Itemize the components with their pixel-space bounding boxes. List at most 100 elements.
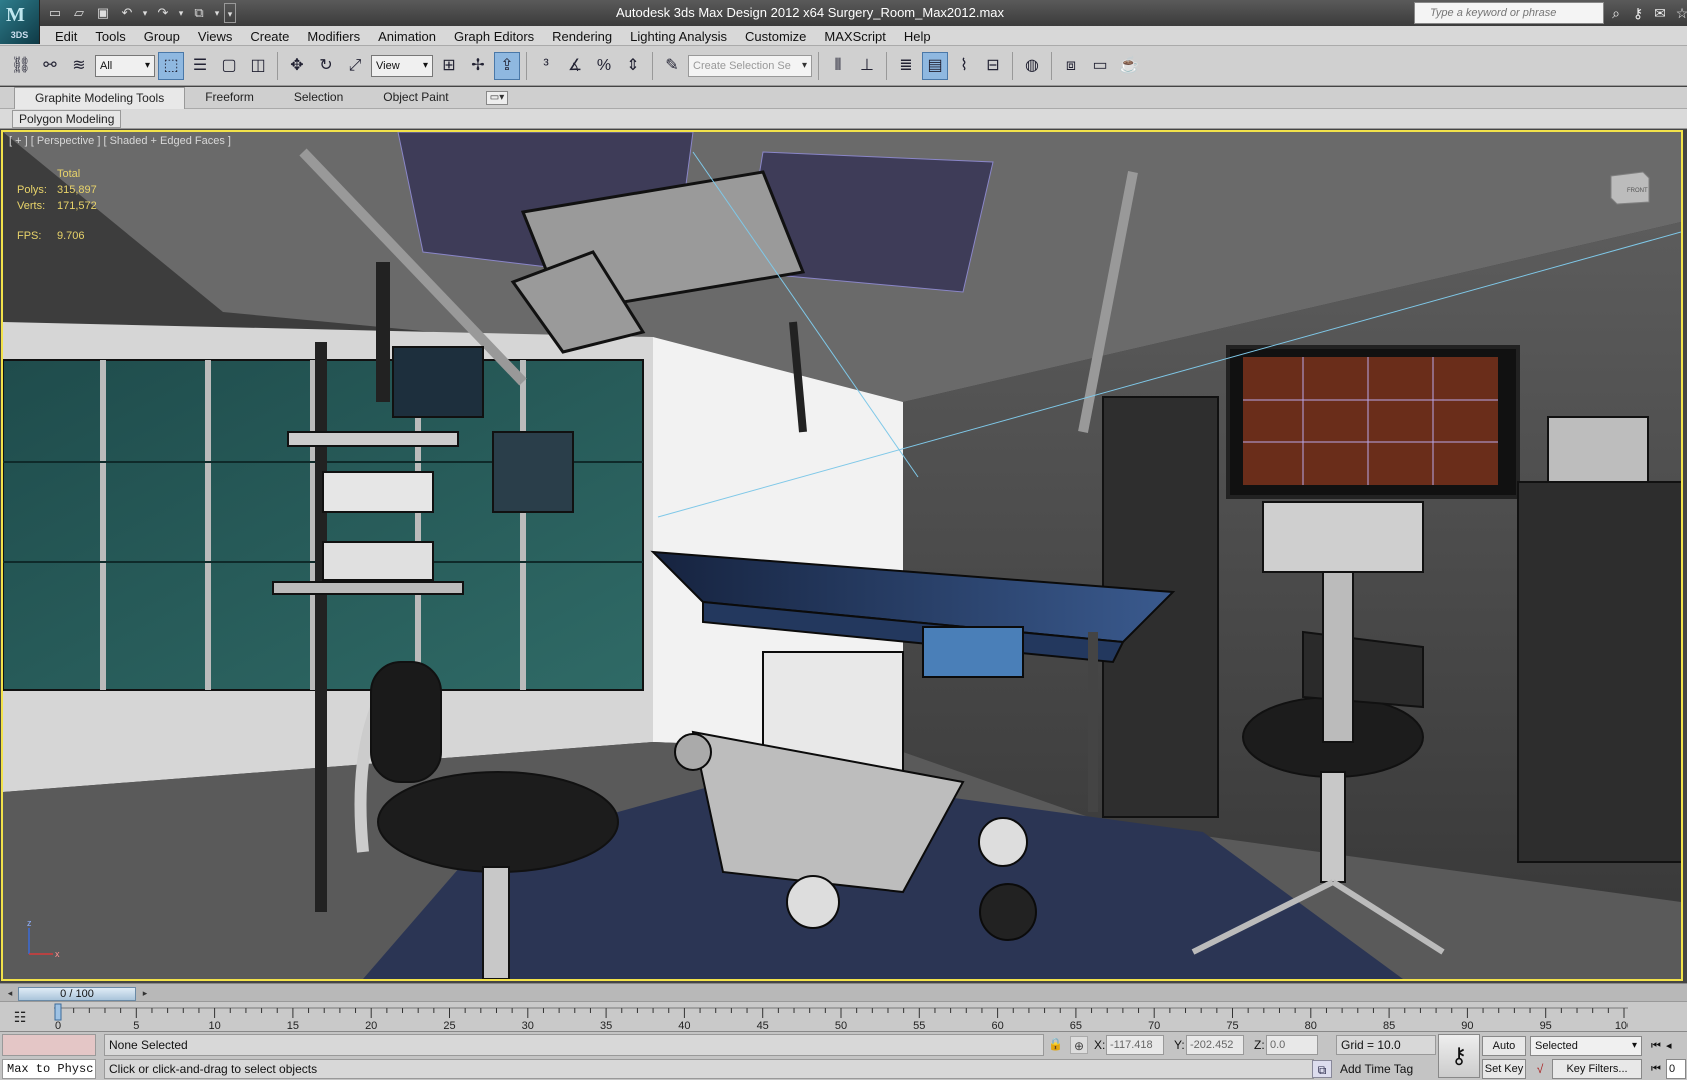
tab-object-paint[interactable]: Object Paint: [363, 87, 468, 109]
set-key-button[interactable]: Set Key: [1482, 1059, 1526, 1079]
pivot-center-icon[interactable]: ⊞: [436, 52, 462, 80]
add-time-tag-button[interactable]: Add Time Tag: [1336, 1060, 1436, 1078]
menu-group[interactable]: Group: [135, 26, 189, 47]
panel-polygon-modeling[interactable]: Polygon Modeling: [12, 110, 122, 128]
select-and-scale-icon[interactable]: ⤢: [342, 52, 368, 80]
select-object-icon[interactable]: ⬚: [158, 51, 184, 80]
x-coord-field[interactable]: -117.418: [1106, 1035, 1164, 1055]
time-tag-icon[interactable]: ⧉: [1312, 1060, 1332, 1078]
favorites-star-icon[interactable]: ☆: [1672, 3, 1687, 23]
current-frame-marker[interactable]: [54, 1003, 62, 1021]
menu-graph-editors[interactable]: Graph Editors: [445, 26, 543, 47]
rendered-frame-window-icon[interactable]: ▭: [1087, 52, 1113, 80]
project-folder-icon[interactable]: ⧉: [188, 3, 210, 23]
layer-manager-icon[interactable]: ≣: [893, 52, 919, 80]
viewport-label-menu[interactable]: [ + ] [ Perspective ] [ Shaded + Edged F…: [9, 135, 231, 147]
render-production-icon[interactable]: ☕: [1116, 52, 1142, 80]
key-filters-button[interactable]: Key Filters...: [1552, 1059, 1642, 1079]
redo-icon[interactable]: ↷: [152, 3, 174, 23]
open-file-icon[interactable]: ▱: [68, 3, 90, 23]
track-bar[interactable]: ☷ 0 5 10 15 20 25 30 35 40 45 50 55 60 65 70 75 80 85 90 95…: [0, 1001, 1687, 1032]
app-logo-text: 3DS: [10, 30, 29, 40]
subscription-key-icon[interactable]: ⚷: [1628, 3, 1648, 23]
default-tangent-icon[interactable]: √: [1530, 1059, 1550, 1079]
menu-modifiers[interactable]: Modifiers: [298, 26, 369, 47]
reference-coordinate-dropdown[interactable]: View: [371, 54, 433, 77]
menu-animation[interactable]: Animation: [369, 26, 445, 47]
selection-lock-icon[interactable]: 🔒: [1048, 1037, 1063, 1053]
undo-dropdown-icon[interactable]: ▾: [140, 3, 150, 23]
auto-key-button[interactable]: Auto Key: [1482, 1036, 1526, 1070]
snaps-toggle-icon[interactable]: ³: [533, 52, 559, 80]
tab-freeform[interactable]: Freeform: [185, 87, 274, 109]
render-setup-icon[interactable]: ⧈: [1058, 52, 1084, 80]
select-manipulate-icon[interactable]: ✢: [465, 52, 491, 80]
application-button[interactable]: M 3DS: [0, 0, 40, 44]
axis-tripod: z x: [27, 918, 60, 959]
angle-snap-icon[interactable]: ∡: [562, 52, 588, 80]
previous-frame-icon[interactable]: ◂: [1666, 1036, 1682, 1056]
menu-views[interactable]: Views: [189, 26, 241, 47]
select-and-rotate-icon[interactable]: ↻: [313, 52, 339, 80]
customize-qat-icon[interactable]: ▾: [224, 3, 236, 23]
menu-rendering[interactable]: Rendering: [543, 26, 621, 47]
material-editor-icon[interactable]: ◍: [1019, 52, 1045, 80]
new-file-icon[interactable]: ▭: [44, 3, 66, 23]
edit-named-selection-icon[interactable]: ✎: [659, 52, 685, 80]
bind-to-space-warp-icon[interactable]: ≋: [66, 52, 92, 80]
set-keys-key-icon[interactable]: ⚷: [1438, 1034, 1480, 1078]
keyboard-shortcut-override-icon[interactable]: ⇪: [494, 51, 520, 80]
key-mode-toggle-icon[interactable]: ⏮: [1648, 1059, 1664, 1079]
tab-selection[interactable]: Selection: [274, 87, 363, 109]
selection-filter-dropdown[interactable]: All: [95, 54, 155, 77]
menu-maxscript[interactable]: MAXScript: [815, 26, 894, 47]
select-and-link-icon[interactable]: ⛓: [8, 52, 34, 80]
named-selection-set-dropdown[interactable]: Create Selection Se: [688, 54, 812, 77]
communication-center-icon[interactable]: ✉: [1650, 3, 1670, 23]
curve-editor-toggle-icon[interactable]: ☷: [8, 1007, 32, 1027]
graphite-ribbon-toggle-icon[interactable]: ▤: [922, 51, 948, 80]
curve-editor-icon[interactable]: ⌇: [951, 52, 977, 80]
select-by-name-icon[interactable]: ☰: [187, 52, 213, 80]
key-mode-dropdown[interactable]: Selected: [1530, 1036, 1642, 1056]
absolute-mode-transform-icon[interactable]: ⊕: [1070, 1036, 1088, 1054]
time-slider-next-icon[interactable]: ▸: [139, 986, 151, 1000]
mirror-icon[interactable]: ⫴: [825, 52, 851, 80]
rectangular-selection-icon[interactable]: ▢: [216, 52, 242, 80]
menu-tools[interactable]: Tools: [86, 26, 134, 47]
maxscript-listener-output[interactable]: [2, 1034, 96, 1056]
unlink-selection-icon[interactable]: ⚯: [37, 52, 63, 80]
menu-customize[interactable]: Customize: [736, 26, 815, 47]
undo-icon[interactable]: ↶: [116, 3, 138, 23]
project-dropdown-icon[interactable]: ▾: [212, 3, 222, 23]
maxscript-mini-listener[interactable]: Max to Physc.: [2, 1059, 96, 1079]
binoculars-icon[interactable]: ⌕: [1606, 3, 1626, 23]
status-bar: Max to Physc. None Selected Click or cli…: [0, 1031, 1687, 1080]
y-coord-field[interactable]: -202.452: [1186, 1035, 1244, 1055]
search-input[interactable]: [1430, 3, 1600, 23]
schematic-view-icon[interactable]: ⊟: [980, 52, 1006, 80]
z-coord-field[interactable]: 0.0: [1266, 1035, 1318, 1055]
time-slider-prev-icon[interactable]: ◂: [4, 986, 16, 1000]
frame-ruler[interactable]: 0 5 10 15 20 25 30 35 40 45 50 55 60 65 70 75 80 85 90 95 10…: [54, 1002, 1628, 1032]
select-and-move-icon[interactable]: ✥: [284, 52, 310, 80]
current-frame-field[interactable]: 0: [1666, 1059, 1686, 1079]
window-crossing-icon[interactable]: ◫: [245, 52, 271, 80]
menu-lighting-analysis[interactable]: Lighting Analysis: [621, 26, 736, 47]
menu-edit[interactable]: Edit: [46, 26, 86, 47]
x-coord-label: X:: [1094, 1038, 1106, 1052]
redo-dropdown-icon[interactable]: ▾: [176, 3, 186, 23]
viewcube[interactable]: FRONT: [1607, 168, 1653, 206]
time-slider[interactable]: 0 / 100: [18, 987, 136, 1001]
toolbar-separator: [526, 51, 527, 80]
save-icon[interactable]: ▣: [92, 3, 114, 23]
perspective-viewport[interactable]: [ + ] [ Perspective ] [ Shaded + Edged F…: [1, 130, 1683, 981]
go-to-start-icon[interactable]: ⏮: [1648, 1036, 1664, 1056]
align-icon[interactable]: ⊥: [854, 52, 880, 80]
spinner-snap-icon[interactable]: ⇕: [620, 52, 646, 80]
tab-graphite-modeling-tools[interactable]: Graphite Modeling Tools: [14, 87, 186, 109]
percent-snap-icon[interactable]: %: [591, 52, 617, 80]
ribbon-minimize-toggle[interactable]: ▭▾: [486, 91, 508, 105]
menu-create[interactable]: Create: [241, 26, 298, 47]
menu-help[interactable]: Help: [895, 26, 940, 47]
